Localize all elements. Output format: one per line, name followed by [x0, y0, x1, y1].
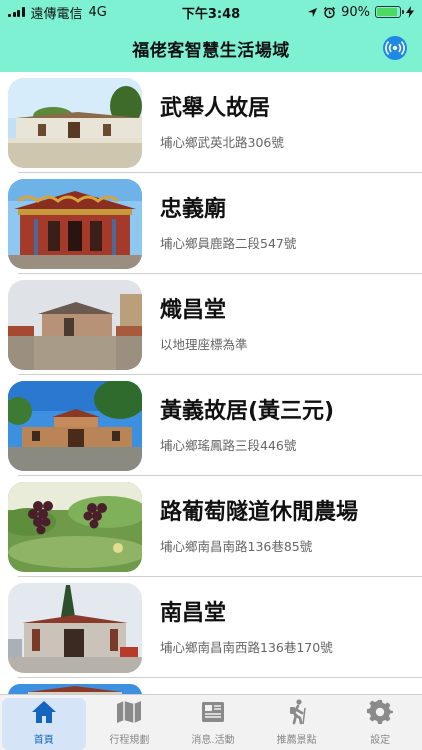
tab-home[interactable]: 首頁 — [2, 698, 86, 750]
place-address: 埔心鄉南昌南路136巷85號 — [160, 538, 313, 554]
network-label: 4G — [88, 4, 107, 20]
gear-icon — [367, 699, 394, 725]
tab-itinerary[interactable]: 行程規劃 — [88, 695, 172, 750]
top-bar: 遠傳電信 4G 下午3:48 90% 福佬客智慧生活場域 — [0, 0, 422, 72]
battery-icon — [375, 6, 404, 18]
location-arrow-icon — [308, 7, 318, 17]
place-photo — [8, 684, 142, 694]
tab-label: 推薦景點 — [276, 735, 317, 746]
place-photo — [8, 178, 142, 269]
place-address: 埔心鄉員鹿路二段547號 — [160, 235, 297, 251]
alarm-icon — [323, 6, 336, 18]
broadcast-icon[interactable] — [382, 35, 408, 61]
battery-percent: 90% — [341, 4, 370, 20]
tab-settings[interactable]: 設定 — [338, 695, 422, 750]
tab-news[interactable]: 消息.活動 — [171, 695, 255, 750]
place-photo — [8, 582, 142, 673]
tab-label: 設定 — [370, 735, 391, 746]
map-icon — [117, 701, 142, 723]
place-address: 埔心鄉武英北路306號 — [160, 134, 284, 150]
hiker-icon — [289, 699, 306, 725]
place-name: 路葡萄隧道休閒農場 — [160, 499, 359, 525]
list-item[interactable]: 黃義故居(黃三元) 埔心鄉瑤鳳路三段446號 — [0, 375, 422, 476]
signal-icon — [8, 7, 25, 17]
list-item[interactable]: 忠義廟 埔心鄉員鹿路二段547號 — [0, 173, 422, 274]
news-icon — [201, 702, 224, 722]
list-item[interactable] — [0, 678, 422, 694]
tab-label: 首頁 — [33, 735, 54, 746]
place-name: 武舉人故居 — [160, 95, 271, 121]
place-name: 忠義廟 — [160, 196, 227, 222]
tab-bar: 首頁 行程規劃 消息.活動 推薦景點 設定 — [0, 694, 422, 750]
place-address: 埔心鄉南昌南西路136巷170號 — [160, 639, 333, 655]
list-item[interactable]: 熾昌堂 以地理座標為準 — [0, 274, 422, 375]
place-name: 南昌堂 — [160, 600, 227, 626]
list-item[interactable]: 路葡萄隧道休閒農場 埔心鄉南昌南路136巷85號 — [0, 476, 422, 577]
place-list: 武舉人故居 埔心鄉武英北路306號 忠義廟 埔心鄉員鹿路二段547號 熾昌堂 以… — [0, 72, 422, 694]
status-bar: 遠傳電信 4G 下午3:48 90% — [0, 0, 422, 24]
list-item[interactable]: 南昌堂 埔心鄉南昌南西路136巷170號 — [0, 577, 422, 678]
tab-label: 行程規劃 — [109, 735, 150, 746]
tab-recommended[interactable]: 推薦景點 — [255, 695, 339, 750]
home-icon — [31, 701, 56, 723]
nav-bar: 福佬客智慧生活場域 — [0, 24, 422, 72]
place-photo — [8, 481, 142, 572]
place-photo — [8, 279, 142, 370]
list-item[interactable]: 武舉人故居 埔心鄉武英北路306號 — [0, 72, 422, 173]
place-name: 黃義故居(黃三元) — [160, 398, 335, 424]
place-address: 埔心鄉瑤鳳路三段446號 — [160, 437, 297, 453]
carrier-label: 遠傳電信 — [30, 6, 83, 22]
place-photo — [8, 77, 142, 168]
page-title: 福佬客智慧生活場域 — [132, 40, 290, 61]
place-address: 以地理座標為準 — [160, 336, 248, 352]
charging-bolt-icon — [406, 6, 414, 18]
tab-label: 消息.活動 — [191, 735, 235, 746]
place-photo — [8, 380, 142, 471]
place-name: 熾昌堂 — [160, 297, 227, 323]
